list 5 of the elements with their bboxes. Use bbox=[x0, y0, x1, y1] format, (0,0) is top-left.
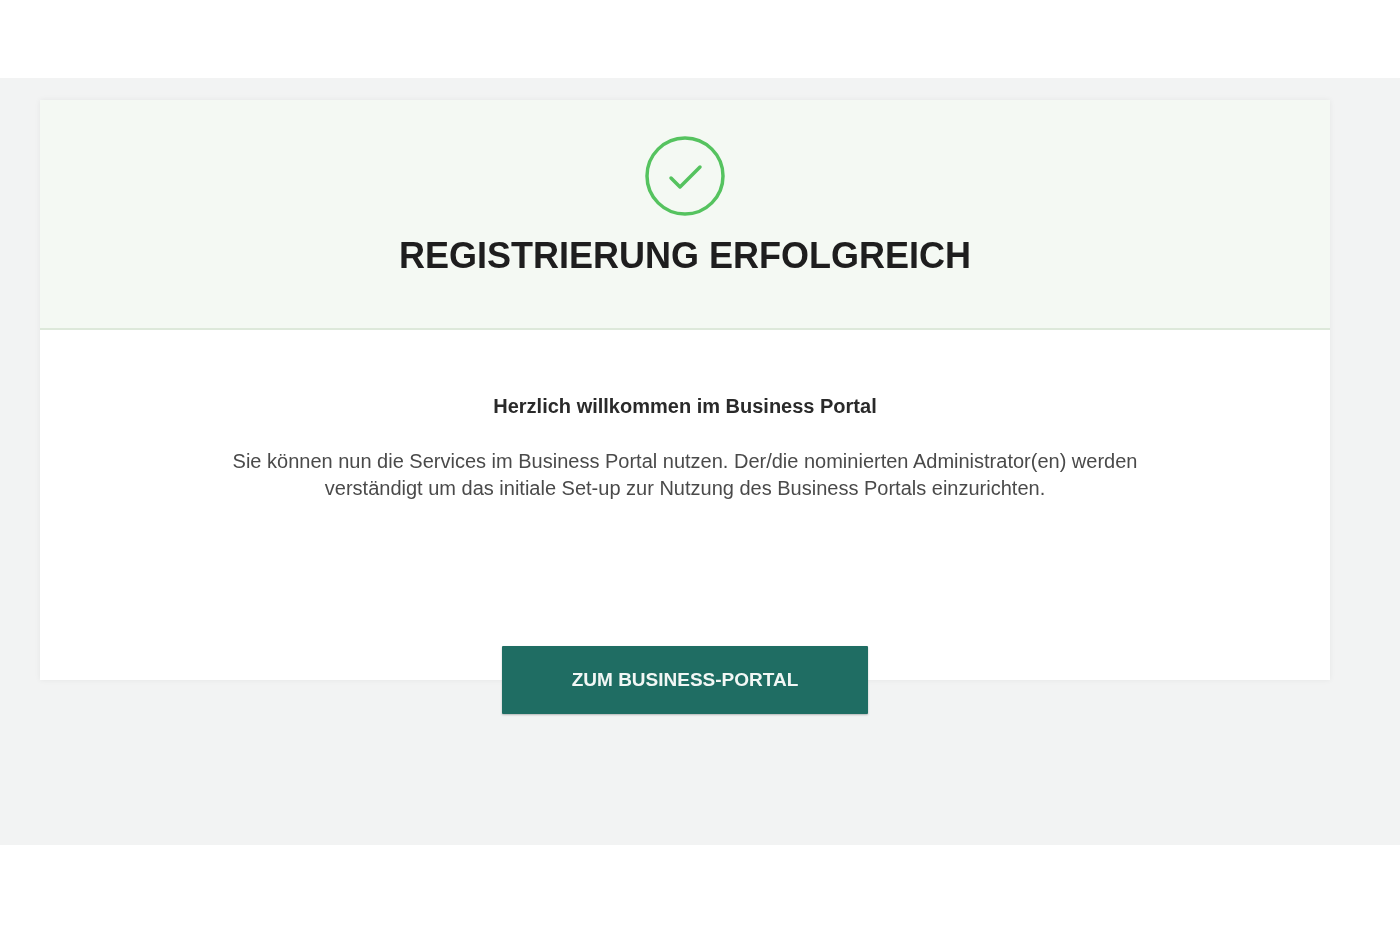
portal-button[interactable]: ZUM BUSINESS-PORTAL bbox=[502, 646, 868, 714]
info-message: Sie können nun die Services im Business Portal nutzen. Der/die nominierten Administrator(en) werden verständigt um das initiale Set-up zur Nutzung des Business Portals einzurichten. bbox=[231, 449, 1139, 501]
success-title: REGISTRIERUNG ERFOLGREICH bbox=[399, 236, 971, 276]
welcome-heading: Herzlich willkommen im Business Portal bbox=[493, 394, 877, 418]
check-circle-icon bbox=[645, 136, 725, 216]
